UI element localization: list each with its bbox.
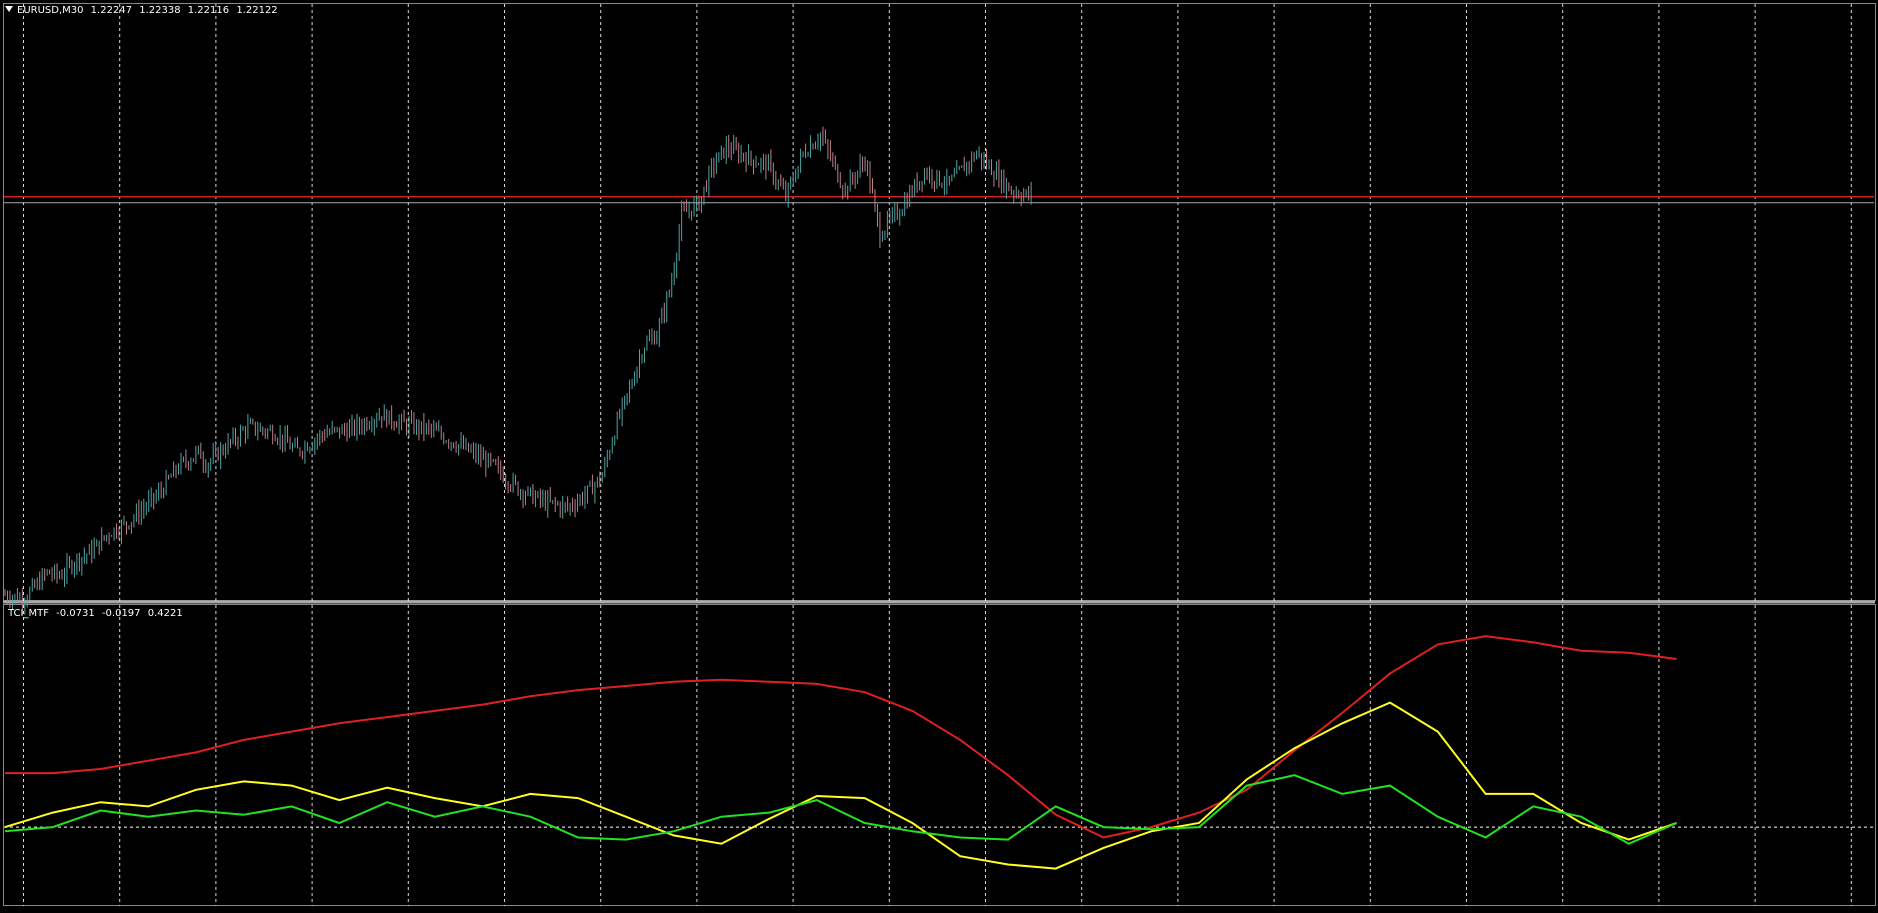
high-value: 1.22338 [139,5,181,16]
chart-window[interactable] [0,0,1878,909]
open-value: 1.22247 [90,5,133,16]
indicator-line-3 [4,774,1677,845]
price-info: EURUSD,M30 1.22247 1.22338 1.22116 1.221… [17,5,282,16]
indicator-pane-frame [3,604,1876,906]
indicator-value-3: 0.4221 [147,608,183,619]
indicator-name: TCI_MTF [8,608,49,619]
indicator-info: TCI_MTF -0.0731 -0.0197 0.4221 [8,608,187,619]
price-pane-frame [3,3,1876,601]
chart-canvas[interactable] [0,0,1878,909]
indicator-value-1: -0.0731 [56,608,95,619]
low-value: 1.22116 [187,5,230,16]
close-value: 1.22122 [236,5,278,16]
chart-menu-arrow-icon[interactable] [5,6,13,12]
indicator-line-2 [4,701,1677,870]
symbol-label: EURUSD,M30 [17,5,84,16]
indicator-line-1 [5,635,1677,839]
indicator-value-2: -0.0197 [101,608,141,619]
